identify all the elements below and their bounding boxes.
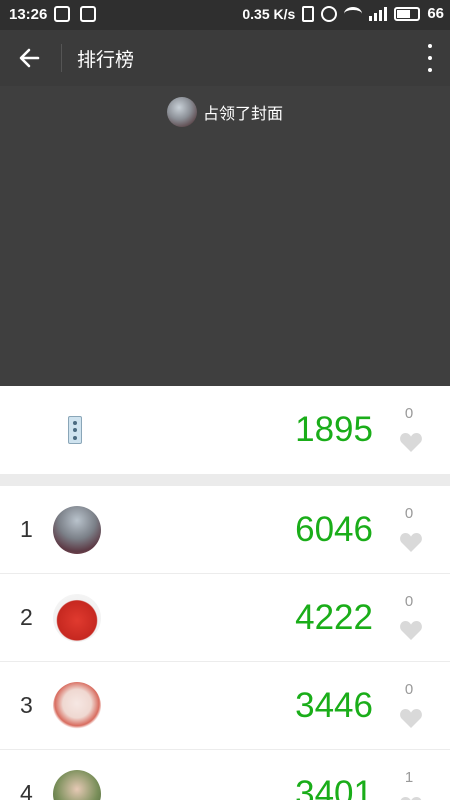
step-count: 6046: [295, 510, 373, 549]
app-bar: 排行榜: [0, 30, 450, 86]
cover-area[interactable]: 占领了封面: [0, 86, 450, 386]
vibrate-icon: [302, 5, 315, 22]
ranking-row[interactable]: 2 4222 0: [0, 574, 450, 662]
rank-number: 1: [20, 516, 33, 542]
step-count: 4222: [295, 598, 373, 637]
battery-icon: [394, 6, 421, 21]
like-count: 0: [404, 681, 414, 698]
more-dots-icon: [428, 44, 432, 48]
appbar-divider: [61, 44, 62, 72]
cover-owner-text: 占领了封面: [202, 104, 283, 123]
step-count: 3446: [295, 686, 373, 725]
heart-icon[interactable]: [399, 531, 423, 553]
heart-icon[interactable]: [399, 795, 423, 800]
ranking-list: 1 6046 0 2 4222 0 3 3446 0 4 3401 1: [0, 486, 450, 800]
my-avatar-icon: [68, 416, 82, 444]
status-bar: 13:26 0.35 K/s 66: [0, 0, 450, 30]
like-count: 0: [404, 593, 414, 610]
back-button[interactable]: [14, 42, 46, 74]
like-count: 1: [404, 769, 414, 786]
ranking-row[interactable]: 1 6046 0: [0, 486, 450, 574]
my-steps: 1895: [295, 410, 373, 449]
alarm-icon: [321, 5, 338, 22]
step-count: 3401: [295, 774, 373, 800]
more-options-button[interactable]: [426, 44, 434, 72]
ranking-row[interactable]: 3 3446 0: [0, 662, 450, 750]
ranking-row[interactable]: 4 3401 1: [0, 750, 450, 800]
user-avatar[interactable]: [53, 594, 101, 642]
network-speed: 0.35 K/s: [242, 5, 296, 22]
rank-number: 2: [20, 604, 33, 630]
my-like-count: 0: [404, 405, 414, 422]
back-arrow-icon: [19, 48, 40, 68]
user-avatar[interactable]: [53, 770, 101, 800]
notification-icon: [54, 6, 70, 22]
signal-icon: [369, 6, 388, 21]
cover-owner: 占领了封面: [0, 97, 450, 127]
user-avatar[interactable]: [53, 506, 101, 554]
rank-number: 3: [20, 692, 33, 718]
user-avatar[interactable]: [53, 682, 101, 730]
image-notification-icon: [80, 6, 96, 22]
heart-icon[interactable]: [399, 707, 423, 729]
status-right-group: 0.35 K/s 66: [242, 5, 444, 22]
rank-number: 4: [20, 780, 33, 800]
wifi-icon: [344, 6, 363, 21]
status-time: 13:26: [9, 6, 48, 23]
like-count: 0: [404, 505, 414, 522]
my-ranking-row[interactable]: 1895 0: [0, 386, 450, 474]
heart-icon[interactable]: [399, 431, 423, 453]
page-title: 排行榜: [77, 49, 135, 71]
section-separator: [0, 474, 450, 486]
heart-icon[interactable]: [399, 619, 423, 641]
battery-level: 66: [427, 5, 444, 22]
cover-owner-avatar[interactable]: [166, 97, 197, 127]
